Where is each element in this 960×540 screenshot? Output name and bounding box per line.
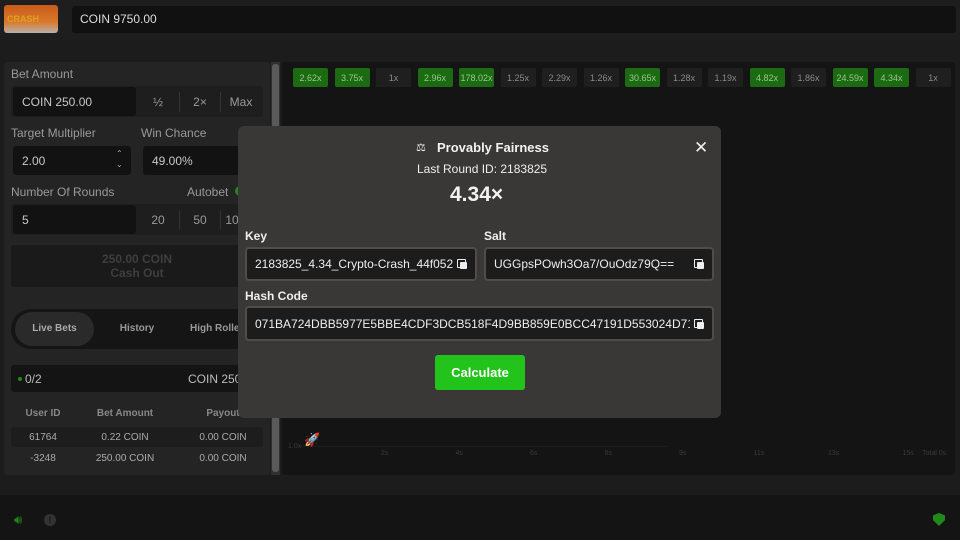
- history-multiplier[interactable]: 1.26x: [583, 68, 619, 87]
- history-multiplier[interactable]: 4.34x: [874, 68, 909, 87]
- tab-high-rollers[interactable]: High Rolle: [190, 323, 238, 334]
- stepper-icon[interactable]: ⌃ ⌄: [116, 148, 123, 170]
- rocket-icon: 🚀: [304, 432, 321, 447]
- history-multiplier[interactable]: 30.65x: [625, 68, 660, 87]
- double-button[interactable]: 2×: [182, 95, 218, 109]
- target-multiplier-label: Target Multiplier: [11, 126, 96, 140]
- scales-icon: ⚖: [416, 142, 426, 154]
- salt-field[interactable]: UGGpsPOwh3Oa7/OuOdz79Q==: [484, 247, 714, 281]
- history-multiplier[interactable]: 1.86x: [791, 68, 826, 87]
- table-row: -3248 250.00 COIN 0.00 COIN: [11, 448, 263, 468]
- half-button[interactable]: ½: [140, 95, 176, 109]
- history-multiplier[interactable]: 1.25x: [500, 68, 536, 87]
- win-chance-input[interactable]: 49.00%: [143, 146, 243, 175]
- cash-out-amount: 250.00 COIN: [101, 252, 173, 266]
- history-multiplier[interactable]: 3.75x: [334, 68, 370, 87]
- salt-value: UGGpsPOwh3Oa7/OuOdz79Q==: [494, 257, 675, 271]
- calculate-button[interactable]: Calculate: [435, 355, 525, 390]
- round-multiplier: 4.34×: [450, 183, 504, 206]
- x-axis-tick: 13s: [828, 450, 840, 457]
- history-multiplier[interactable]: 178.02x: [459, 68, 494, 87]
- balance-display: COIN 9750.00: [72, 6, 956, 33]
- max-button[interactable]: Max: [222, 95, 260, 109]
- salt-label: Salt: [484, 229, 507, 243]
- key-field[interactable]: 2183825_4.34_Crypto-Crash_44f052a: [245, 247, 477, 281]
- x-axis-tick: 4s: [455, 450, 463, 457]
- cell-bet-amount: 0.22 COIN: [101, 431, 149, 443]
- x-axis-tick: 2s: [381, 450, 389, 457]
- autobet-label: Autobet: [187, 185, 229, 199]
- hash-code-label: Hash Code: [245, 289, 308, 303]
- col-bet-amount: Bet Amount: [96, 408, 154, 419]
- cash-out-label: Cash Out: [110, 266, 164, 280]
- bet-amount-label: Bet Amount: [11, 67, 74, 81]
- cell-bet-amount: 250.00 COIN: [95, 452, 155, 464]
- cell-user-id: -3248: [30, 452, 56, 464]
- win-chance-label: Win Chance: [141, 126, 207, 140]
- sound-icon[interactable]: 🔊︎: [14, 512, 22, 528]
- y-axis-label: 1.0x: [288, 443, 302, 450]
- close-icon[interactable]: ✕: [694, 138, 708, 158]
- history-multiplier[interactable]: 1x: [376, 68, 411, 87]
- live-dot-icon: [18, 377, 22, 381]
- rounds-input[interactable]: 5: [13, 205, 136, 234]
- modal-title: Provably Fairness: [437, 140, 549, 155]
- cell-payout: 0.00 COIN: [199, 431, 247, 443]
- col-user-id: User ID: [25, 408, 61, 419]
- chart-x-axis: [300, 446, 668, 447]
- history-multiplier[interactable]: 1x: [915, 68, 951, 87]
- last-round-id: Last Round ID: 2183825: [417, 162, 548, 176]
- tab-history[interactable]: History: [105, 323, 169, 334]
- x-axis-tick: 8s: [604, 450, 612, 457]
- copy-icon[interactable]: [457, 259, 467, 269]
- history-multiplier[interactable]: 24.59x: [832, 68, 868, 87]
- live-total: COIN 250: [188, 372, 240, 386]
- rounds-20-button[interactable]: 20: [140, 213, 176, 227]
- history-multiplier[interactable]: 1.19x: [708, 68, 743, 87]
- x-axis-tick: 11s: [753, 450, 765, 457]
- hash-code-field[interactable]: 071BA724DBB5977E5BBE4CDF3DCB518F4D9BB859…: [245, 306, 714, 341]
- table-row: 61764 0.22 COIN 0.00 COIN: [11, 427, 263, 447]
- bet-amount-input[interactable]: COIN 250.00: [13, 87, 136, 116]
- bottom-bar: [0, 495, 960, 540]
- copy-icon[interactable]: [694, 318, 704, 329]
- cell-user-id: 61764: [29, 431, 57, 443]
- copy-icon[interactable]: [694, 259, 704, 269]
- history-multiplier[interactable]: 2.62x: [293, 68, 328, 87]
- history-multiplier[interactable]: 2.96x: [417, 68, 453, 87]
- cash-out-button[interactable]: 250.00 COIN Cash Out: [11, 245, 263, 287]
- key-label: Key: [245, 229, 268, 243]
- bets-table-header: User ID Bet Amount Payout: [11, 408, 263, 419]
- x-axis-tick: 9s: [679, 450, 687, 457]
- rounds-label: Number Of Rounds: [11, 185, 115, 199]
- tab-live-bets[interactable]: Live Bets: [15, 312, 94, 346]
- live-count: 0/2: [25, 372, 42, 386]
- target-multiplier-input[interactable]: 2.00: [13, 146, 131, 175]
- history-multiplier[interactable]: 2.29x: [542, 68, 577, 87]
- info-icon[interactable]: !: [44, 514, 56, 526]
- cell-payout: 0.00 COIN: [199, 452, 247, 464]
- x-axis-tick: 15s: [902, 450, 914, 457]
- crash-logo: CRASH: [4, 5, 58, 33]
- history-multiplier[interactable]: 1.28x: [666, 68, 702, 87]
- rounds-50-button[interactable]: 50: [182, 213, 218, 227]
- history-multiplier[interactable]: 4.82x: [749, 68, 785, 87]
- x-axis-total: Total 0s: [922, 450, 947, 457]
- x-axis-tick: 6s: [530, 450, 538, 457]
- hash-value: 071BA724DBB5977E5BBE4CDF3DCB518F4D9BB859…: [255, 316, 690, 331]
- key-value: 2183825_4.34_Crypto-Crash_44f052a: [255, 257, 453, 271]
